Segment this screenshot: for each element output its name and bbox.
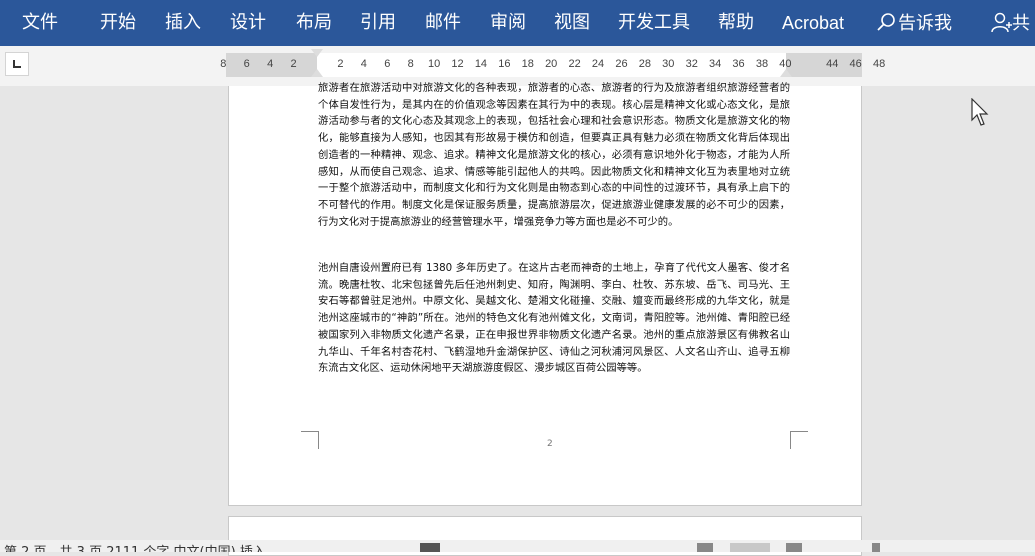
person-add-icon: [991, 12, 1012, 33]
ruler-tick-label: 28: [638, 58, 651, 70]
print-layout-icon[interactable]: [730, 543, 770, 552]
ruler-tick-label: 36: [732, 58, 745, 70]
tab-review[interactable]: 审阅: [490, 11, 526, 35]
ruler-tick-label: 12: [451, 58, 464, 70]
tab-view[interactable]: 视图: [554, 11, 590, 35]
macro-icon[interactable]: [420, 543, 440, 552]
tab-layout[interactable]: 布局: [296, 11, 332, 35]
ruler-tick-label: 14: [474, 58, 488, 70]
ruler-tick-label: 46: [849, 58, 862, 70]
ruler-tick-label: 6: [243, 58, 250, 70]
tab-home[interactable]: 开始: [100, 11, 136, 35]
zoom-slider-icon[interactable]: [872, 543, 880, 552]
ruler-tick-label: 32: [685, 58, 698, 70]
ribbon-bar: 文件 开始 插入 设计 布局 引用 邮件 审阅 视图 开发工具 帮助 Acrob…: [0, 0, 1035, 46]
mouse-pointer-icon: [971, 98, 989, 126]
tab-mailings[interactable]: 邮件: [425, 11, 461, 35]
ruler-tick-label: 30: [662, 58, 675, 70]
tab-acrobat[interactable]: Acrobat: [782, 11, 844, 35]
tab-selector[interactable]: [5, 52, 29, 76]
ruler-tick-label: 20: [545, 58, 558, 70]
ruler-tick-label: 16: [498, 58, 511, 70]
ruler-tick-label: 34: [709, 58, 722, 70]
crop-mark-left: [301, 431, 319, 449]
ruler-tick-label: 4: [267, 58, 274, 70]
tell-me-label: 告诉我: [898, 13, 952, 34]
ruler-tick-label: 2: [290, 58, 297, 70]
paragraph-1[interactable]: 旅游者在旅游活动中对旅游文化的各种表现，旅游者的心态、旅游者的行为及旅游者组织旅…: [318, 80, 790, 230]
ruler-tick-label: 44: [826, 58, 839, 70]
ruler-tick-label: 24: [591, 58, 605, 70]
ruler-tick-label: 48: [872, 58, 886, 70]
page-number: 2: [547, 439, 553, 449]
hanging-indent-marker[interactable]: [311, 69, 323, 77]
tab-file[interactable]: 文件: [22, 11, 58, 35]
read-mode-icon[interactable]: [697, 543, 713, 552]
ruler-tick-label: 2: [337, 58, 344, 70]
document-area[interactable]: 旅游者在旅游活动中对旅游文化的各种表现，旅游者的心态、旅游者的行为及旅游者组织旅…: [0, 82, 1035, 556]
first-line-indent-marker[interactable]: [311, 49, 323, 57]
ruler-tick-label: 8: [407, 58, 414, 70]
share-label: 共: [1012, 13, 1030, 34]
web-layout-icon[interactable]: [786, 543, 802, 552]
status-bar: 第 2 页，共 3 页 2111 个字 中文(中国) 插入: [0, 540, 1035, 552]
search-icon: [877, 13, 895, 31]
ruler-tick-label: 10: [427, 58, 441, 70]
tab-design[interactable]: 设计: [230, 11, 266, 35]
document-page[interactable]: 旅游者在旅游活动中对旅游文化的各种表现，旅游者的心态、旅游者的行为及旅游者组织旅…: [228, 82, 862, 506]
left-tab-icon: [13, 60, 21, 68]
horizontal-ruler[interactable]: 8 6 4 2 2 4 6 8 10 12 14 16 18 20 22 24 26 28 30 32 34 36 38 40…: [220, 49, 885, 77]
tab-help[interactable]: 帮助: [718, 11, 754, 35]
ruler-tick-label: 26: [615, 58, 628, 70]
share-button[interactable]: 共: [990, 11, 1030, 36]
tab-developer[interactable]: 开发工具: [618, 11, 690, 35]
ruler-tick-label: 6: [384, 58, 391, 70]
status-text: 第 2 页，共 3 页 2111 个字 中文(中国) 插入: [4, 541, 266, 552]
tell-me-search[interactable]: 告诉我: [876, 11, 952, 36]
ruler-tick-label: 38: [755, 58, 769, 70]
tab-references[interactable]: 引用: [360, 11, 396, 35]
paragraph-2[interactable]: 池州自唐设州置府已有 1380 多年历史了。在这片古老而神奇的土地上，孕育了代代…: [318, 260, 790, 377]
ruler-tick-label: 8: [220, 58, 227, 70]
tab-insert[interactable]: 插入: [165, 11, 201, 35]
ruler-tick-label: 18: [521, 58, 534, 70]
ruler-tick-label: 22: [568, 58, 581, 70]
crop-mark-right: [790, 431, 808, 449]
ruler-tick-label: 4: [360, 58, 367, 70]
right-indent-marker[interactable]: [780, 69, 792, 77]
